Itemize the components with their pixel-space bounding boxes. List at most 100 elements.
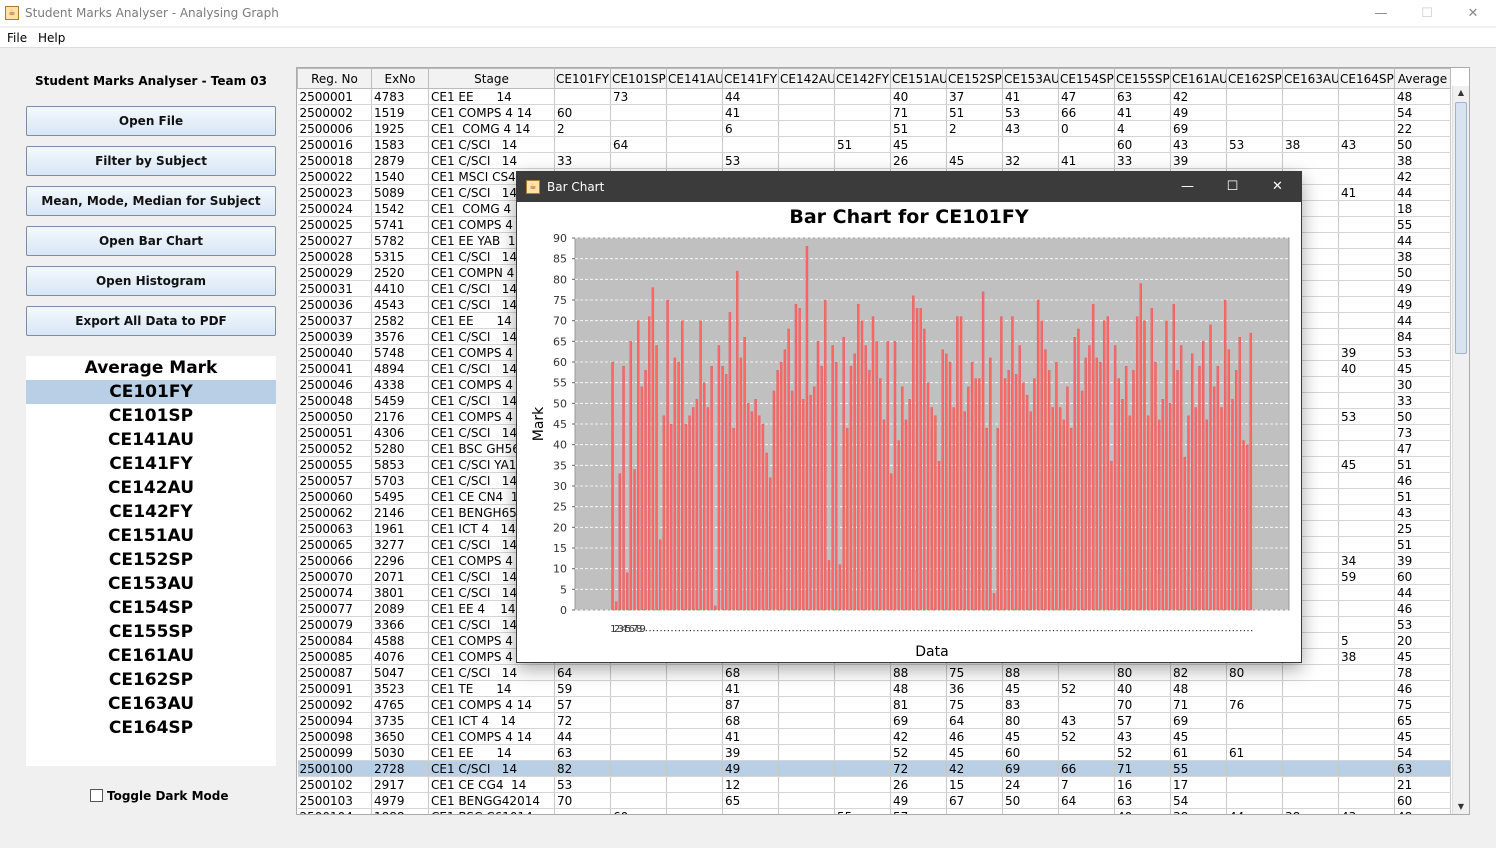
table-cell [666,680,723,697]
filter-by-subject-button[interactable]: Filter by Subject [26,146,276,176]
subject-item[interactable]: CE153AU [26,572,276,596]
table-cell: 45 [1170,728,1227,745]
scroll-down-arrow-icon[interactable]: ▼ [1453,800,1469,814]
maximize-button[interactable]: ☐ [1404,0,1450,27]
table-row[interactable]: 2500094 3735 CE1 ICT 4 14 72 68 69 64 80 43 57 69 6… [297,712,1451,729]
x-tick-mark [997,630,1000,632]
table-row[interactable]: 25001041888CE1 BSC C61014605557403844384… [297,808,1451,814]
bar [659,539,662,611]
open-histogram-button[interactable]: Open Histogram [26,266,276,296]
bar [1018,345,1021,611]
column-header[interactable]: CE155SP [1114,68,1171,89]
column-header[interactable]: CE154SP [1058,68,1115,89]
close-button[interactable]: ✕ [1450,0,1496,27]
table-cell: 43 [1170,136,1227,153]
table-cell: 2500041 [297,360,372,377]
bar [732,427,735,611]
table-row[interactable]: 2500016 1583 CE1 C/SCI 14 64 51 45 60 43 53 38 43 5… [297,136,1451,153]
subject-item[interactable]: CE154SP [26,596,276,620]
column-header[interactable]: Stage [428,68,555,89]
table-cell: 2500057 [297,472,372,489]
dark-mode-toggle[interactable]: Toggle Dark Mode [90,789,229,803]
column-header[interactable]: CE153AU [1002,68,1059,89]
table-row[interactable]: 2500103 4979 CE1 BENGG42014 70 65 49 67 50 64 63 5… [297,792,1451,809]
column-header[interactable]: Reg. No [297,68,372,89]
x-tick-mark [902,630,904,632]
subject-item[interactable]: CE101FY [26,380,276,404]
table-row[interactable]: 2500087 5047 CE1 C/SCI 14 64 68 88 75 88 80 82 80 7… [297,664,1451,681]
column-header[interactable]: CE142FY [834,68,891,89]
open-file-button[interactable]: Open File [26,106,276,136]
table-cell [1338,536,1395,553]
table-scrollbar[interactable]: ▲ ▼ [1452,86,1469,814]
column-header[interactable]: ExNo [371,68,429,89]
column-header[interactable]: CE101FY [554,68,611,89]
mean-mode-median-button[interactable]: Mean, Mode, Median for Subject [26,186,276,216]
chart-maximize-button[interactable]: ☐ [1210,172,1255,202]
x-tick-mark [1232,630,1234,632]
table-row[interactable]: 2500018 2879 CE1 C/SCI 14 33 53 26 45 32 41 33 39 3… [297,152,1451,169]
subject-item[interactable]: CE152SP [26,548,276,572]
scroll-up-arrow-icon[interactable]: ▲ [1453,86,1469,100]
open-bar-chart-button[interactable]: Open Bar Chart [26,226,276,256]
column-header[interactable]: CE161AU [1170,68,1227,89]
table-row[interactable]: 2500092 4765 CE1 COMPS 4 14 57 87 81 75 83 70 71 7… [297,696,1451,713]
x-tick-mark [675,630,677,632]
table-row[interactable]: 2500006 1925 CE1 COMG 4 14 2 6 51 2 43 0 4 69 22 [297,120,1451,137]
table-cell: 42 [1170,88,1227,105]
column-header[interactable]: CE164SP [1338,68,1395,89]
table-cell: 36 [946,680,1003,697]
x-tick-mark [957,630,959,632]
subject-item[interactable]: CE163AU [26,692,276,716]
chart-close-button[interactable]: ✕ [1255,172,1300,202]
export-pdf-button[interactable]: Export All Data to PDF [26,306,276,336]
subject-item[interactable]: CE164SP [26,716,276,740]
chart-minimize-button[interactable]: — [1165,172,1210,202]
table-cell: 2500022 [297,168,372,185]
subject-item[interactable]: CE161AU [26,644,276,668]
subject-item[interactable]: CE141AU [26,428,276,452]
column-header[interactable]: CE141FY [722,68,779,89]
bar [1062,419,1065,611]
column-header[interactable]: CE141AU [666,68,723,89]
subject-item[interactable]: CE101SP [26,404,276,428]
subject-item[interactable]: CE162SP [26,668,276,692]
table-row[interactable]: 2500002 1519 CE1 COMPS 4 14 60 41 71 51 53 66 41 4… [297,104,1451,121]
x-tick-mark [990,630,992,632]
table-row[interactable]: 2500001 4783 CE1 EE 14 73 44 40 37 41 47 63 42 48 [297,88,1451,105]
column-header[interactable]: CE101SP [610,68,667,89]
table-row[interactable]: 2500098 3650 CE1 COMPS 4 14 44 41 42 46 45 52 43 4… [297,728,1451,745]
x-tick-mark [770,630,772,632]
scrollbar-thumb[interactable] [1455,102,1467,354]
table-row[interactable]: 2500102 2917 CE1 CE CG4 14 53 12 26 15 24 7 16 17 2… [297,776,1451,793]
x-tick-mark [759,630,761,632]
column-header[interactable]: CE142AU [778,68,835,89]
column-header[interactable]: CE151AU [890,68,947,89]
subject-item[interactable]: CE151AU [26,524,276,548]
table-cell: 54 [1394,744,1451,761]
x-tick-mark [671,630,673,632]
subject-item[interactable]: CE141FY [26,452,276,476]
menu-help[interactable]: Help [38,31,65,45]
x-tick-mark [1104,630,1106,632]
table-cell: 4410 [371,280,429,297]
column-header[interactable]: CE163AU [1282,68,1339,89]
dark-mode-checkbox[interactable] [90,789,103,802]
table-cell [1282,152,1339,169]
subject-item[interactable]: CE142AU [26,476,276,500]
column-header[interactable]: CE162SP [1226,68,1283,89]
table-cell: 38 [1282,136,1339,153]
subject-item[interactable]: CE142FY [26,500,276,524]
subject-item[interactable]: CE155SP [26,620,276,644]
bar [827,560,831,611]
minimize-button[interactable]: — [1358,0,1404,27]
table-row[interactable]: 2500091 3523 CE1 TE 14 59 41 48 36 45 52 40 48 46 [297,680,1451,697]
bar [761,423,765,611]
x-tick-mark [946,630,948,632]
table-row[interactable]: 2500100 2728 CE1 C/SCI 14 82 49 72 42 69 66 71 55 6… [297,760,1451,777]
table-cell: 43 [1338,808,1395,814]
menu-file[interactable]: File [7,31,27,45]
column-header[interactable]: Average [1394,68,1451,89]
table-row[interactable]: 2500099 5030 CE1 EE 14 63 39 52 45 60 52 61 61 54 [297,744,1451,761]
column-header[interactable]: CE152SP [946,68,1003,89]
